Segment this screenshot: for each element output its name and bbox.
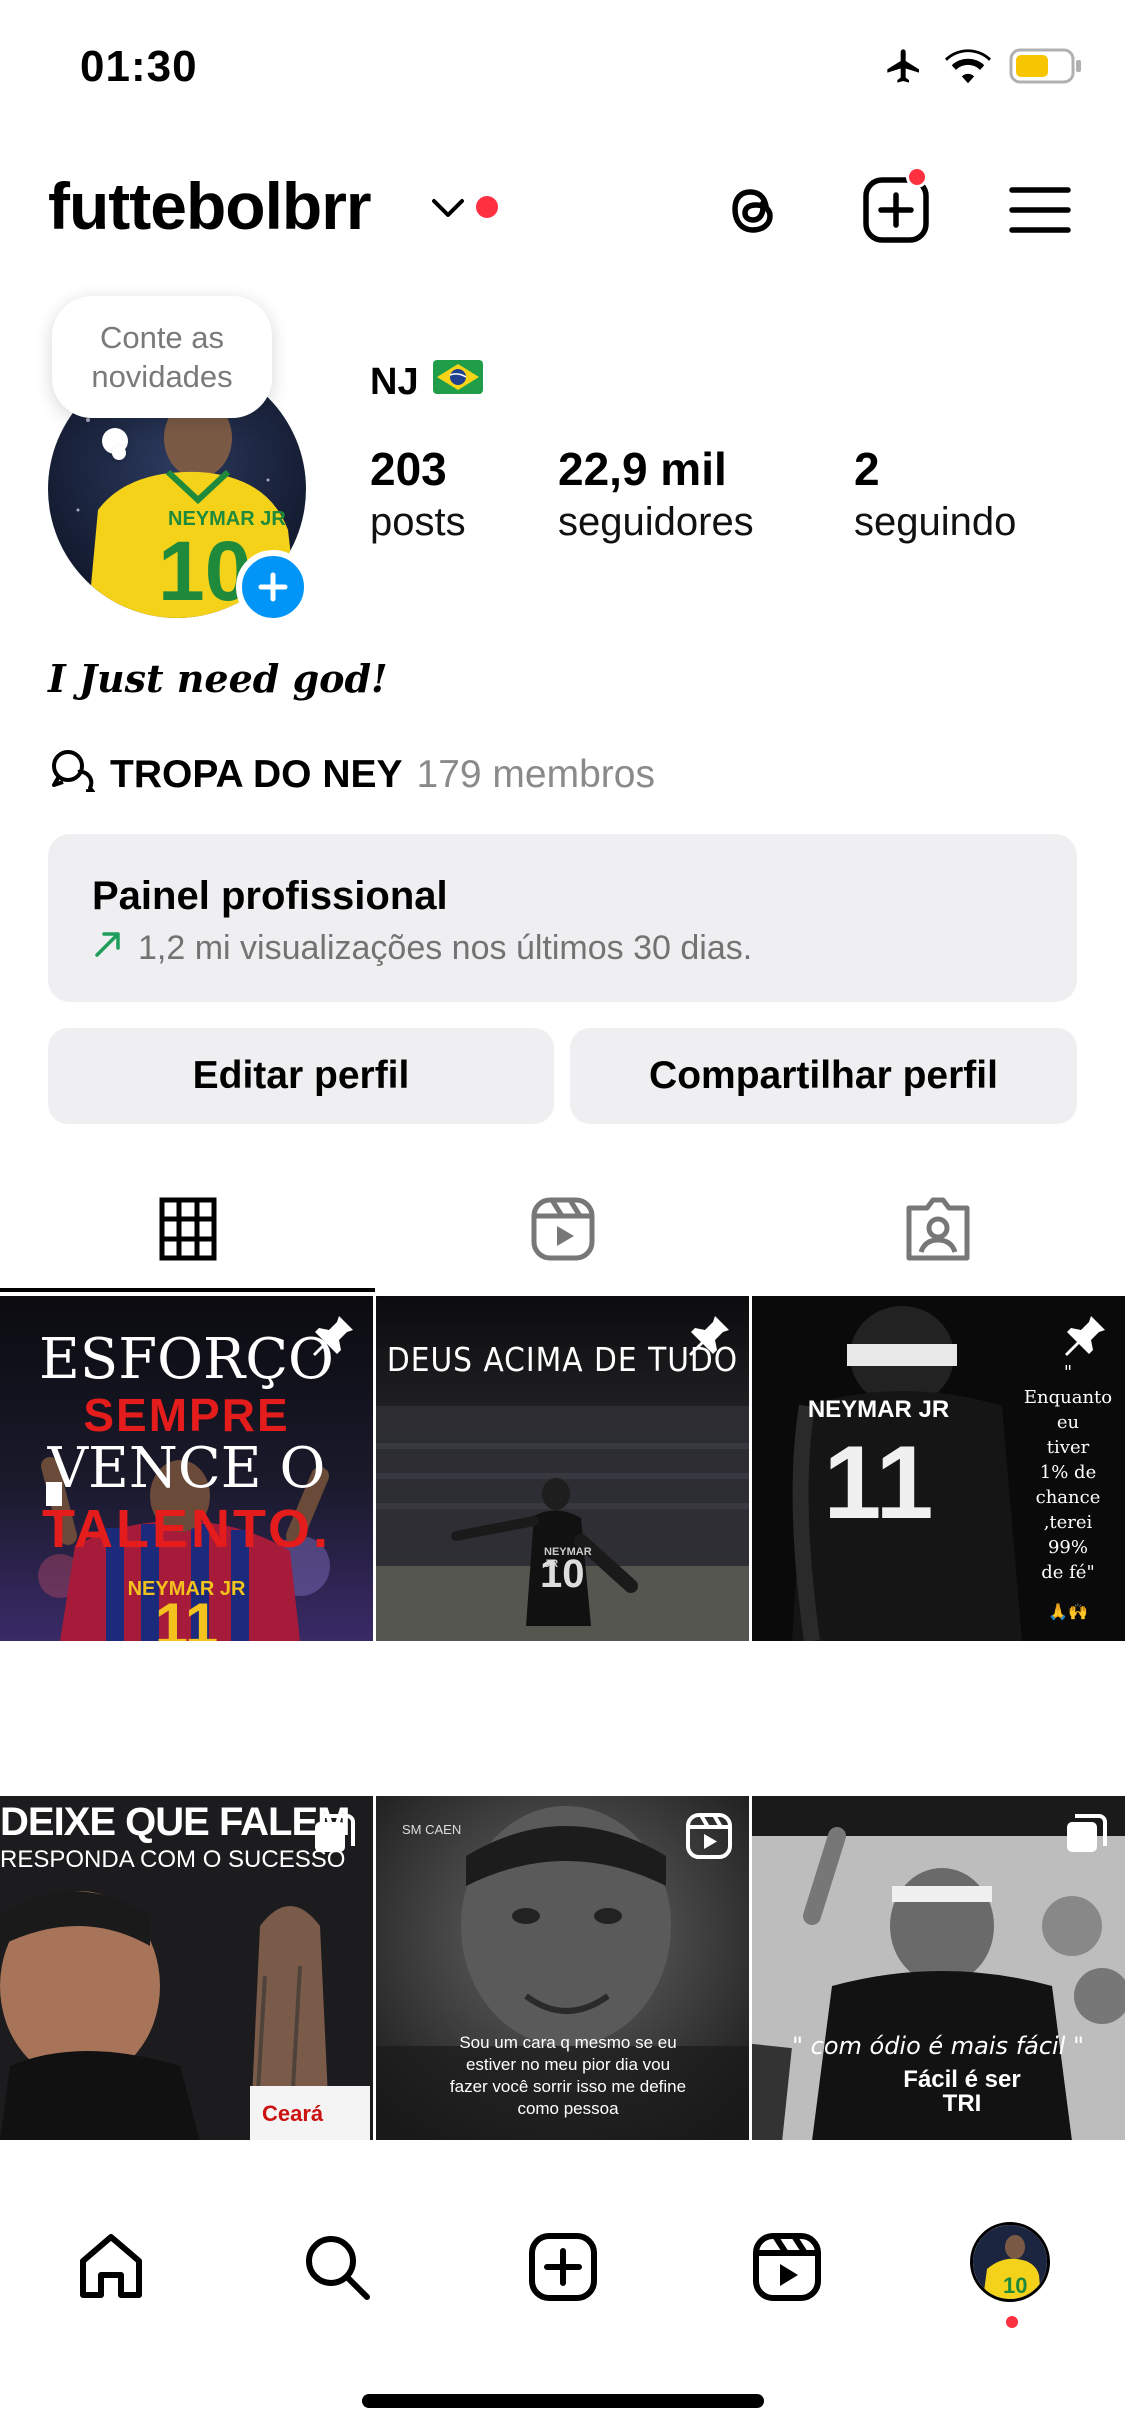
nav-search[interactable] bbox=[292, 2224, 382, 2314]
post-tile-1[interactable]: ESFORÇO SEMPRE VENCE O TALENTO. NEYMAR J… bbox=[0, 1296, 373, 1641]
nav-home[interactable] bbox=[66, 2224, 156, 2314]
svg-text:Ceará: Ceará bbox=[262, 2101, 324, 2126]
post1-number: 11 bbox=[154, 1591, 219, 1641]
nav-reels[interactable] bbox=[742, 2224, 832, 2314]
stat-followers[interactable]: 22,9 mil seguidores bbox=[558, 442, 754, 548]
tab-grid[interactable] bbox=[0, 1168, 375, 1294]
tagged-icon bbox=[905, 1196, 971, 1267]
post3-quote-line: tiver bbox=[1046, 1437, 1090, 1458]
display-name-text: NJ bbox=[370, 360, 419, 403]
post3-quote-line: " Enquanto bbox=[1023, 1362, 1113, 1408]
post5-caption: SM CAEN bbox=[402, 1822, 462, 1837]
post3-quote-line: ,terei bbox=[1043, 1512, 1093, 1533]
post6-shirt: Fácil é ser TRI bbox=[903, 2066, 1021, 2117]
svg-text:10: 10 bbox=[158, 524, 251, 618]
threads-icon bbox=[720, 176, 784, 249]
menu-button[interactable] bbox=[998, 170, 1082, 254]
tab-active-indicator bbox=[0, 1288, 375, 1292]
stat-posts-label: posts bbox=[370, 500, 466, 544]
post6-quote: " com ódio é mais fácil " bbox=[791, 2032, 1085, 2060]
channel-icon bbox=[48, 748, 96, 802]
tab-tagged[interactable] bbox=[750, 1168, 1125, 1294]
home-indicator bbox=[362, 2394, 764, 2408]
add-story-button[interactable] bbox=[236, 550, 310, 624]
brazil-flag-icon bbox=[432, 360, 483, 404]
home-icon bbox=[75, 2231, 147, 2308]
stat-followers-label: seguidores bbox=[558, 500, 754, 544]
trend-up-icon bbox=[92, 928, 124, 969]
note-tail-small bbox=[112, 446, 126, 460]
status-time: 01:30 bbox=[80, 42, 198, 91]
create-button[interactable] bbox=[854, 166, 938, 254]
wifi-icon bbox=[945, 48, 991, 89]
channel-name: TROPA DO NEY bbox=[110, 753, 403, 796]
post3-quote-line: eu bbox=[1056, 1412, 1080, 1433]
stat-following-label: seguindo bbox=[854, 500, 1017, 544]
grid-icon bbox=[159, 1197, 217, 1266]
create-icon bbox=[527, 2231, 599, 2308]
note-text-line1: Conte as bbox=[99, 320, 225, 355]
post-tile-4[interactable]: Ceará DEIXE QUE FALEM RESPONDA COM O SUC… bbox=[0, 1796, 373, 2141]
post5-quote: Sou um cara q mesmo se eu estiver no meu… bbox=[449, 2033, 687, 2118]
bottom-navigation: 10 bbox=[0, 2140, 1125, 2380]
post1-line2: SEMPRE bbox=[83, 1389, 290, 1441]
post3-quote-line: 99% bbox=[1047, 1537, 1088, 1558]
create-notification-dot bbox=[906, 166, 928, 188]
pin-icon bbox=[685, 1312, 733, 1365]
channel-members: 179 membros bbox=[416, 753, 655, 796]
post-tile-5[interactable]: SM CAEN Sou um cara q mesmo se eu estive… bbox=[376, 1796, 749, 2141]
nav-profile-avatar[interactable]: 10 bbox=[970, 2222, 1050, 2302]
profile-tabs bbox=[0, 1168, 1125, 1294]
airplane-icon bbox=[881, 46, 927, 91]
search-icon bbox=[301, 2231, 373, 2308]
carousel-icon bbox=[1063, 1812, 1109, 1863]
share-profile-button[interactable]: Compartilhar perfil bbox=[570, 1028, 1077, 1124]
stat-following-value: 2 bbox=[854, 443, 880, 495]
professional-dashboard[interactable]: Painel profissional 1,2 mi visualizações… bbox=[48, 834, 1077, 1002]
reels-icon bbox=[751, 2231, 823, 2308]
post1-line3: VENCE O bbox=[47, 1436, 326, 1501]
reel-icon bbox=[685, 1812, 733, 1865]
stat-posts-value: 203 bbox=[370, 443, 447, 495]
profile-notification-dot bbox=[1006, 2316, 1018, 2328]
post2-number: 10 bbox=[540, 1552, 585, 1596]
note-bubble[interactable]: Conte as novidades bbox=[52, 296, 272, 418]
display-name: NJ bbox=[370, 360, 483, 404]
username-switcher[interactable]: futtebolbrr bbox=[48, 168, 372, 244]
post3-emoji: 🙏🙌 bbox=[1048, 1602, 1088, 1621]
post3-quote: " Enquanto eu tiver 1% de chance ,terei … bbox=[1018, 1360, 1118, 1624]
account-notification-dot bbox=[476, 196, 498, 218]
dashboard-title: Painel profissional bbox=[92, 874, 448, 918]
chevron-down-icon[interactable] bbox=[430, 196, 466, 225]
note-text-line2: novidades bbox=[91, 359, 233, 394]
post3-quote-line: 1% de bbox=[1039, 1462, 1097, 1483]
broadcast-channel-link[interactable]: TROPA DO NEY 179 membros bbox=[48, 748, 655, 802]
menu-icon bbox=[1008, 184, 1072, 241]
carousel-icon bbox=[311, 1812, 357, 1863]
stat-following[interactable]: 2 seguindo bbox=[854, 442, 1016, 548]
status-icons bbox=[881, 46, 1083, 91]
post-tile-6[interactable]: " com ódio é mais fácil " Fácil é ser TR… bbox=[752, 1796, 1125, 2141]
post1-line4: TALENTO. bbox=[42, 1499, 331, 1559]
post3-quote-line: chance bbox=[1035, 1487, 1101, 1508]
dashboard-subtitle: 1,2 mi visualizações nos últimos 30 dias… bbox=[92, 928, 752, 969]
pin-icon bbox=[309, 1312, 357, 1365]
stat-followers-value: 22,9 mil bbox=[558, 443, 727, 495]
threads-button[interactable] bbox=[710, 170, 794, 254]
edit-profile-button[interactable]: Editar perfil bbox=[48, 1028, 554, 1124]
stat-posts[interactable]: 203 posts bbox=[370, 442, 466, 548]
pin-icon bbox=[1061, 1312, 1109, 1365]
tab-reels[interactable] bbox=[375, 1168, 750, 1294]
bio-text: I Just need god! bbox=[48, 656, 388, 701]
battery-icon bbox=[1009, 47, 1083, 90]
post3-quote-line: de fé" bbox=[1041, 1562, 1095, 1583]
post-tile-2[interactable]: DEUS ACIMA DE TUDO NEYMAR JR 10 bbox=[376, 1296, 749, 1641]
post-tile-3[interactable]: NEYMAR JR 11 " Enquanto eu tiver 1% de c… bbox=[752, 1296, 1125, 1641]
nav-create[interactable] bbox=[518, 2224, 608, 2314]
reels-icon bbox=[530, 1196, 596, 1267]
svg-text:10: 10 bbox=[1003, 2273, 1027, 2298]
dashboard-subtitle-text: 1,2 mi visualizações nos últimos 30 dias… bbox=[138, 929, 753, 967]
